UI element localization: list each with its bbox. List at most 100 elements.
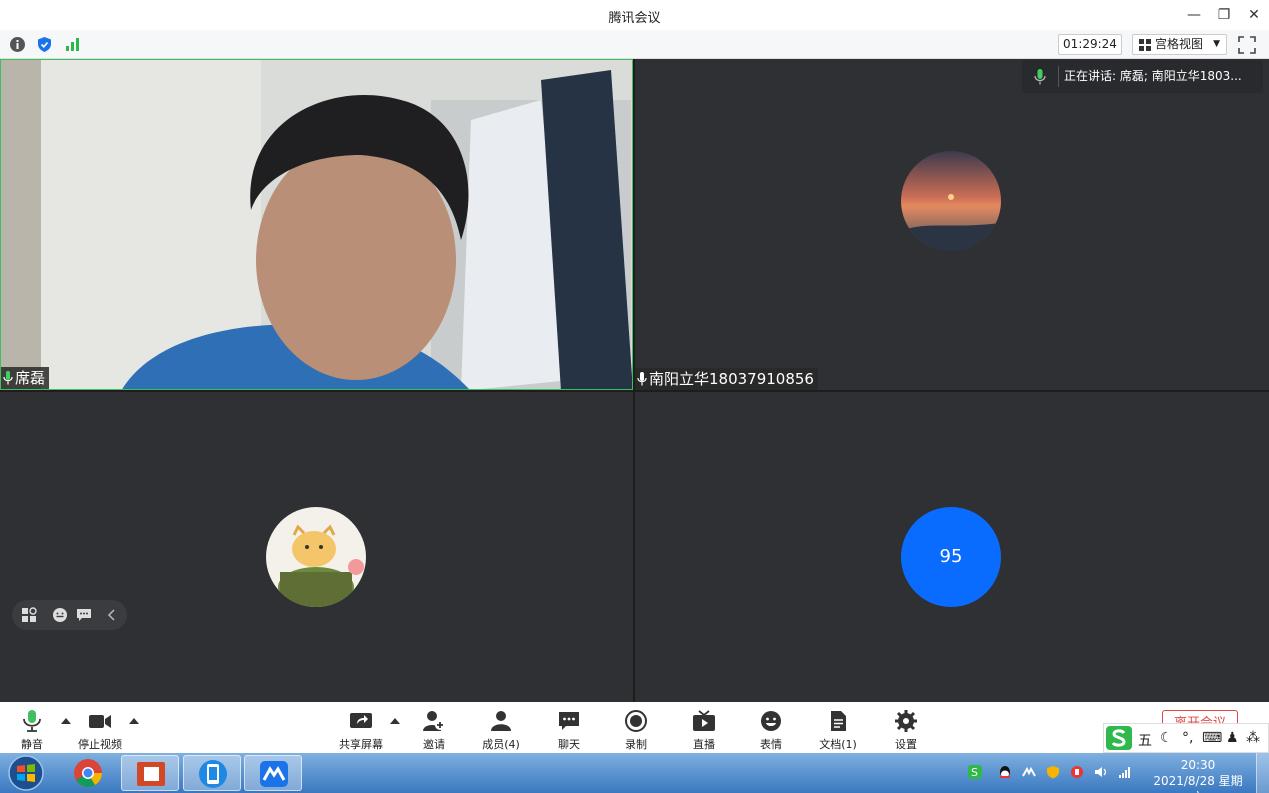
ime-toolbar: 五 ☾ °, ⌨ ♟ ⁂ <box>1103 723 1269 753</box>
live-stream-icon <box>693 710 715 731</box>
moon-icon[interactable]: ☾ <box>1160 730 1173 746</box>
participant-name: 南阳立华18037910856 <box>649 370 814 388</box>
chat-icon <box>559 712 579 730</box>
chat-button[interactable]: 聊天 <box>549 706 589 752</box>
mute-label: 静音 <box>21 738 43 751</box>
title-bar: 腾讯会议 — ❐ ✕ <box>0 0 1269 30</box>
windows-taskbar: S 20:30 2021/8/28 星期六 <box>0 753 1269 793</box>
tencent-meeting-icon <box>260 761 288 787</box>
tencent-meeting-taskbar-app[interactable] <box>244 755 302 791</box>
participant-name-tag: 席磊 <box>1 367 50 389</box>
security-shield-icon[interactable] <box>36 36 53 53</box>
minimize-button[interactable]: — <box>1184 5 1204 25</box>
sogou-tray-icon[interactable]: S <box>968 765 982 779</box>
chrome-taskbar-app[interactable] <box>59 755 117 791</box>
settings-label: 设置 <box>895 738 917 751</box>
sogou-ime-logo-icon[interactable] <box>1106 726 1132 750</box>
record-label: 录制 <box>625 738 647 751</box>
floating-toolbar <box>12 600 127 630</box>
invite-button[interactable]: 邀请 <box>414 706 454 752</box>
video-tile-participant[interactable]: 95 <box>635 392 1269 702</box>
clock-date: 2021/8/28 星期六 <box>1153 774 1243 793</box>
phone-taskbar-app[interactable] <box>183 755 241 791</box>
record-button[interactable]: 录制 <box>616 706 656 752</box>
stop-video-button[interactable]: 停止视频 <box>74 706 126 752</box>
signal-strength-icon[interactable] <box>64 36 81 53</box>
video-tile-participant[interactable] <box>0 392 633 702</box>
emoji-icon[interactable] <box>52 607 68 623</box>
chevron-left-icon[interactable] <box>104 607 120 623</box>
phone-icon <box>199 760 227 788</box>
meeting-info-bar: 01:29:24 宫格视图 ▼ <box>0 30 1269 59</box>
smiley-icon <box>761 711 781 731</box>
reactions-label: 表情 <box>760 738 782 751</box>
chevron-up-icon[interactable] <box>61 716 71 724</box>
toolbox-icon[interactable]: ⁂ <box>1246 730 1260 746</box>
mic-speaking-icon <box>1034 69 1046 85</box>
gear-icon <box>895 710 917 732</box>
window-title: 腾讯会议 <box>608 11 661 26</box>
mic-on-icon <box>637 372 647 386</box>
view-mode-dropdown[interactable]: 宫格视图 ▼ <box>1132 34 1227 55</box>
mic-on-icon <box>3 371 13 385</box>
avatar-cat <box>266 507 366 607</box>
document-icon <box>831 711 846 731</box>
keyboard-icon[interactable]: ⌨ <box>1202 730 1222 746</box>
meeting-timer: 01:29:24 <box>1058 34 1122 55</box>
chrome-icon <box>74 759 102 787</box>
live-button[interactable]: 直播 <box>684 706 724 752</box>
ime-mode[interactable]: 五 <box>1138 730 1152 750</box>
punctuation-icon[interactable]: °, <box>1182 730 1193 746</box>
qq-icon[interactable] <box>998 765 1012 779</box>
participant-name: 席磊 <box>15 369 46 387</box>
share-screen-button[interactable]: 共享屏幕 <box>336 706 386 752</box>
docs-label: 文档(1) <box>819 738 857 751</box>
video-tile-participant[interactable]: 南阳立华18037910856 <box>635 59 1269 390</box>
camera-video-feed <box>1 60 632 389</box>
add-user-icon <box>423 711 445 731</box>
mute-button[interactable]: 静音 <box>12 706 52 752</box>
reactions-button[interactable]: 表情 <box>751 706 791 752</box>
meeting-toolbar: 静音 停止视频 共享屏幕 邀请 成员(4) 聊天 录制 直播 表情 文档(1) … <box>0 702 1269 753</box>
system-clock[interactable]: 20:30 2021/8/28 星期六 <box>1148 757 1248 793</box>
grid-divider <box>0 390 1269 392</box>
windows-start-icon[interactable] <box>6 755 46 791</box>
chevron-down-icon: ▼ <box>1213 39 1220 49</box>
speaking-text: 正在讲话: 席磊; 南阳立华1803... <box>1064 69 1242 83</box>
powerpoint-taskbar-app[interactable] <box>121 755 179 791</box>
microphone-icon <box>23 710 41 732</box>
security-tray-icon[interactable] <box>1046 765 1060 779</box>
restore-button[interactable]: ❐ <box>1214 5 1234 25</box>
show-desktop-button[interactable] <box>1256 753 1269 793</box>
members-button[interactable]: 成员(4) <box>478 706 524 752</box>
powerpoint-icon <box>137 762 165 786</box>
divider <box>1058 66 1059 87</box>
invite-label: 邀请 <box>423 738 445 751</box>
layout-icon[interactable] <box>21 607 37 623</box>
close-button[interactable]: ✕ <box>1244 5 1264 25</box>
chat-bubble-icon[interactable] <box>76 607 92 623</box>
stop-video-label: 停止视频 <box>78 738 122 751</box>
members-icon <box>491 711 511 731</box>
volume-icon[interactable] <box>1094 765 1108 779</box>
docs-button[interactable]: 文档(1) <box>814 706 862 752</box>
share-screen-icon <box>350 713 372 728</box>
participant-name-tag: 南阳立华18037910856 <box>635 368 818 390</box>
grid-divider <box>633 59 635 702</box>
info-icon[interactable] <box>9 36 26 53</box>
settings-button[interactable]: 设置 <box>886 706 926 752</box>
video-tile-speaker[interactable]: 席磊 <box>0 59 633 390</box>
chevron-up-icon[interactable] <box>129 716 139 724</box>
avatar-sunset <box>901 151 1001 251</box>
svg-text:S: S <box>971 766 978 779</box>
fullscreen-icon[interactable] <box>1238 36 1256 54</box>
view-mode-label: 宫格视图 <box>1155 37 1204 51</box>
chevron-up-icon[interactable] <box>390 716 400 724</box>
avatar-number: 95 <box>901 507 1001 607</box>
network-signal-icon[interactable] <box>1118 765 1132 779</box>
antivirus-tray-icon[interactable] <box>1070 765 1084 779</box>
user-icon[interactable]: ♟ <box>1226 730 1239 746</box>
grid-view-icon <box>1139 39 1151 51</box>
share-screen-label: 共享屏幕 <box>339 738 383 751</box>
tencent-meeting-tray-icon[interactable] <box>1022 765 1036 779</box>
